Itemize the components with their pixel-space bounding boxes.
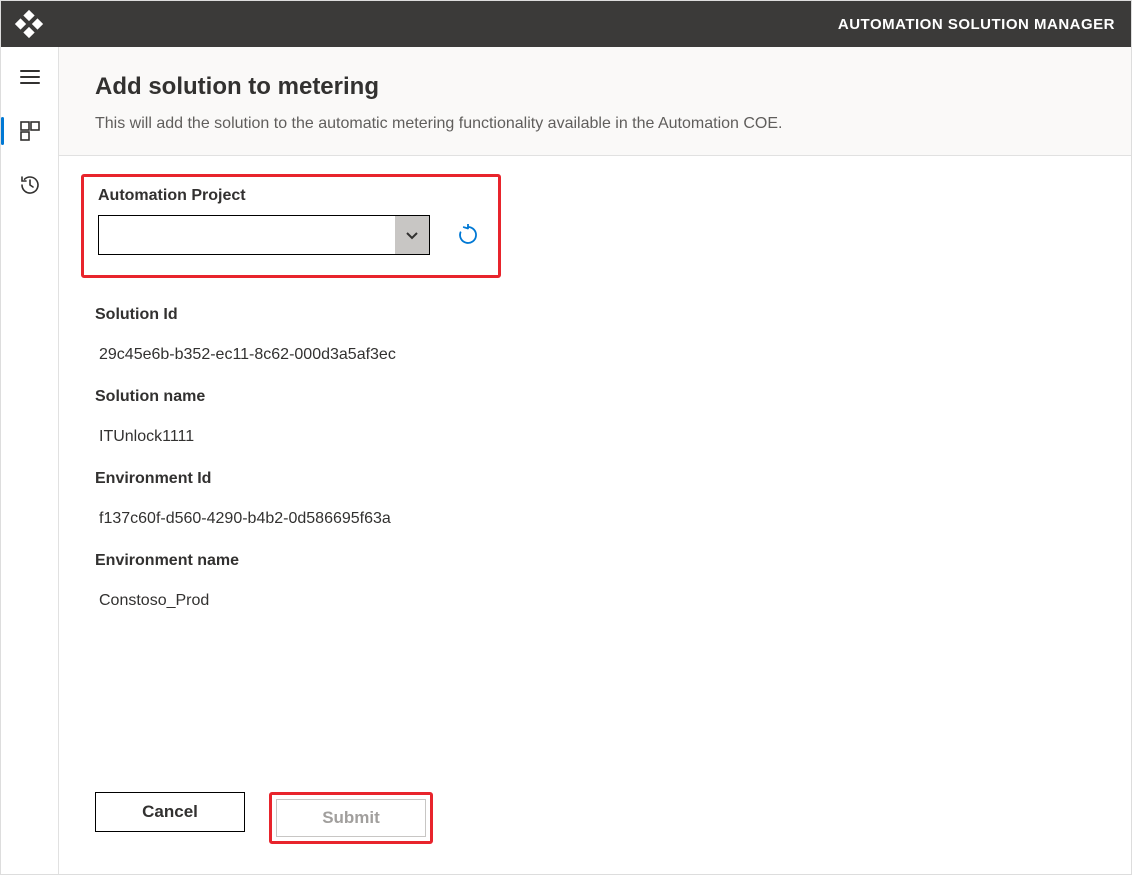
- cancel-button[interactable]: Cancel: [95, 792, 245, 832]
- main: Add solution to metering This will add t…: [59, 47, 1131, 874]
- refresh-button[interactable]: [454, 221, 482, 249]
- environment-name-label: Environment name: [95, 552, 1095, 570]
- submit-highlight: Submit: [269, 792, 433, 844]
- sidebar-item-history[interactable]: [8, 165, 52, 205]
- grid-icon: [19, 120, 41, 142]
- page-title: Add solution to metering: [95, 73, 1095, 101]
- automation-project-highlight: Automation Project: [81, 174, 501, 278]
- automation-project-input[interactable]: [99, 216, 395, 254]
- automation-project-combobox[interactable]: [98, 215, 430, 255]
- automation-project-row: [98, 215, 484, 255]
- solution-name-value: ITUnlock1111: [99, 428, 1095, 446]
- actions-row: Cancel Submit: [95, 752, 1095, 844]
- sidebar-item-dashboard[interactable]: [8, 111, 52, 151]
- solution-id-label: Solution Id: [95, 306, 1095, 324]
- menu-toggle-button[interactable]: [8, 57, 52, 97]
- refresh-icon: [457, 224, 479, 246]
- sidebar: [1, 47, 59, 874]
- hamburger-icon: [19, 66, 41, 88]
- page-header: Add solution to metering This will add t…: [59, 47, 1131, 156]
- info-grid: Solution Id 29c45e6b-b352-ec11-8c62-000d…: [95, 292, 1095, 610]
- environment-id-label: Environment Id: [95, 470, 1095, 488]
- solution-id-value: 29c45e6b-b352-ec11-8c62-000d3a5af3ec: [99, 346, 1095, 364]
- app-window: AUTOMATION SOLUTION MANAGER Add: [0, 0, 1132, 875]
- body: Add solution to metering This will add t…: [1, 47, 1131, 874]
- app-logo-icon: [11, 6, 47, 42]
- history-icon: [19, 174, 41, 196]
- chevron-down-icon: [404, 227, 420, 243]
- environment-name-value: Constoso_Prod: [99, 592, 1095, 610]
- submit-button[interactable]: Submit: [276, 799, 426, 837]
- automation-project-caret[interactable]: [395, 216, 429, 254]
- topbar: AUTOMATION SOLUTION MANAGER: [1, 1, 1131, 47]
- page-description: This will add the solution to the automa…: [95, 115, 1095, 133]
- app-title: AUTOMATION SOLUTION MANAGER: [838, 16, 1115, 33]
- page-body: Automation Project: [59, 156, 1131, 874]
- environment-id-value: f137c60f-d560-4290-b4b2-0d586695f63a: [99, 510, 1095, 528]
- solution-name-label: Solution name: [95, 388, 1095, 406]
- automation-project-label: Automation Project: [98, 187, 484, 205]
